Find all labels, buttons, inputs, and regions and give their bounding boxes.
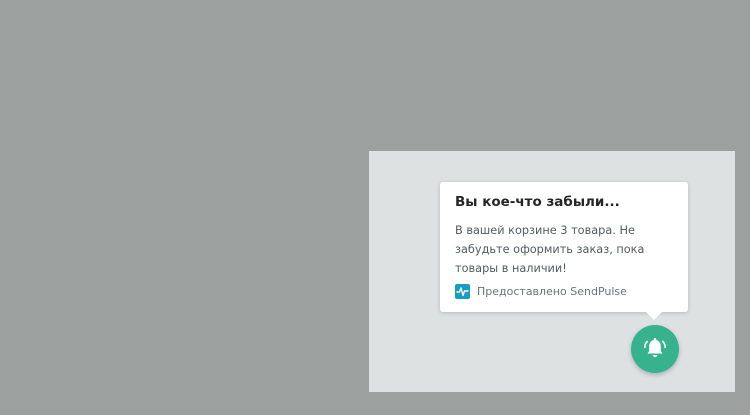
powered-by-footer[interactable]: Предоставлено SendPulse	[455, 284, 627, 299]
notification-bell-button[interactable]	[631, 325, 679, 373]
sendpulse-logo-icon	[455, 284, 470, 299]
card-pointer-arrow	[646, 312, 662, 320]
push-widget-panel: Вы кое-что забыли... В вашей корзине 3 т…	[369, 151, 735, 392]
bell-ringing-icon	[644, 338, 666, 358]
notification-body: В вашей корзине 3 товара. Не забудьте оф…	[455, 224, 645, 275]
notification-card[interactable]: Вы кое-что забыли... В вашей корзине 3 т…	[440, 182, 688, 320]
notification-title: Вы кое-что забыли...	[455, 194, 620, 210]
page-background: Вы кое-что забыли... В вашей корзине 3 т…	[0, 0, 750, 415]
powered-by-text: Предоставлено SendPulse	[477, 285, 627, 298]
